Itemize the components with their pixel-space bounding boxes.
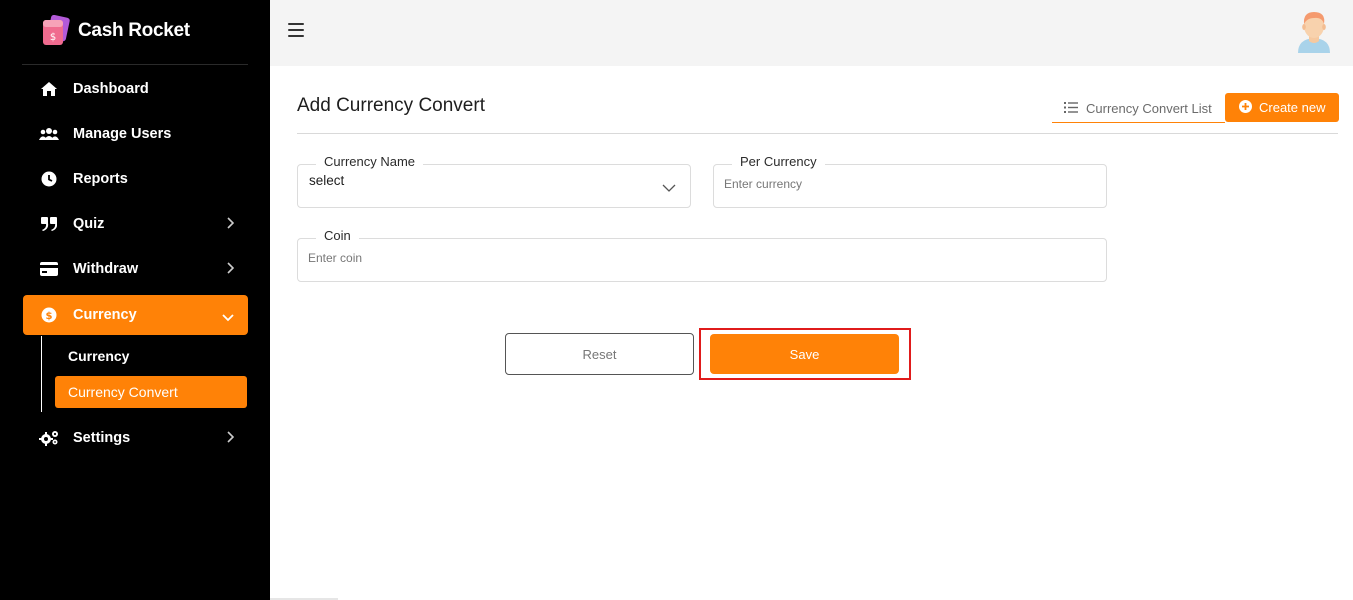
reset-button[interactable]: Reset [505,333,694,375]
sidebar-item-dashboard[interactable]: Dashboard [23,70,248,108]
sidebar-item-label: Reports [73,171,128,187]
topbar [270,0,1353,66]
list-link-label: Currency Convert List [1086,101,1212,116]
sidebar-item-withdraw[interactable]: Withdraw [23,250,248,288]
currency-name-select[interactable]: Currency Name select [297,154,691,208]
save-button[interactable]: Save [710,334,899,374]
sidebar-item-label: Settings [73,430,131,446]
wallet-logo-icon: $ [40,14,70,47]
submenu-line [41,336,42,412]
sidebar-item-label: Currency [73,307,137,323]
chevron-right-icon [226,431,235,447]
chevron-down-icon [222,310,234,326]
header-divider [297,133,1338,134]
sidebar: $ Cash Rocket Dashboard Manage Users Rep… [0,0,270,600]
currency-convert-list-link[interactable]: Currency Convert List [1052,95,1225,123]
sidebar-subitem-currency[interactable]: Currency [55,340,247,372]
sidebar-item-label: Dashboard [73,81,149,97]
chevron-right-icon [226,217,235,233]
sidebar-item-settings[interactable]: Settings [23,419,248,457]
sidebar-item-currency[interactable]: $ Currency [23,295,248,335]
chevron-right-icon [226,262,235,278]
per-currency-field: Per Currency [713,154,1107,208]
sidebar-subitem-currency-convert[interactable]: Currency Convert [55,376,247,408]
currency-name-value: select [309,173,345,188]
clock-icon [39,171,59,187]
sidebar-item-label: Withdraw [73,261,139,277]
sidebar-item-label: Quiz [73,216,105,232]
sidebar-item-label: Manage Users [73,126,172,142]
credit-card-icon [39,262,59,276]
sidebar-divider [22,64,248,65]
per-currency-label: Per Currency [732,154,825,169]
gears-icon [39,430,59,446]
hamburger-icon[interactable] [288,23,304,37]
user-avatar-icon[interactable] [1295,9,1333,53]
svg-text:$: $ [50,32,56,43]
list-icon [1064,101,1078,116]
brand-name: Cash Rocket [78,20,190,41]
dollar-circle-icon: $ [39,307,59,323]
plus-circle-icon [1239,99,1252,116]
svg-text:$: $ [46,311,53,322]
create-new-label: Create new [1259,100,1326,115]
per-currency-input[interactable] [724,177,1096,191]
sidebar-item-manage-users[interactable]: Manage Users [23,115,248,153]
sidebar-item-reports[interactable]: Reports [23,160,248,198]
quote-icon [39,217,59,231]
sidebar-item-quiz[interactable]: Quiz [23,205,248,243]
chevron-down-icon [662,180,676,198]
page-title: Add Currency Convert [297,95,485,116]
coin-input[interactable] [308,251,1096,265]
currency-name-label: Currency Name [316,154,424,169]
home-icon [39,81,59,97]
create-new-button[interactable]: Create new [1225,93,1339,122]
coin-label: Coin [316,228,359,243]
users-icon [39,127,59,141]
coin-field: Coin [297,228,1107,282]
brand[interactable]: $ Cash Rocket [40,14,190,48]
